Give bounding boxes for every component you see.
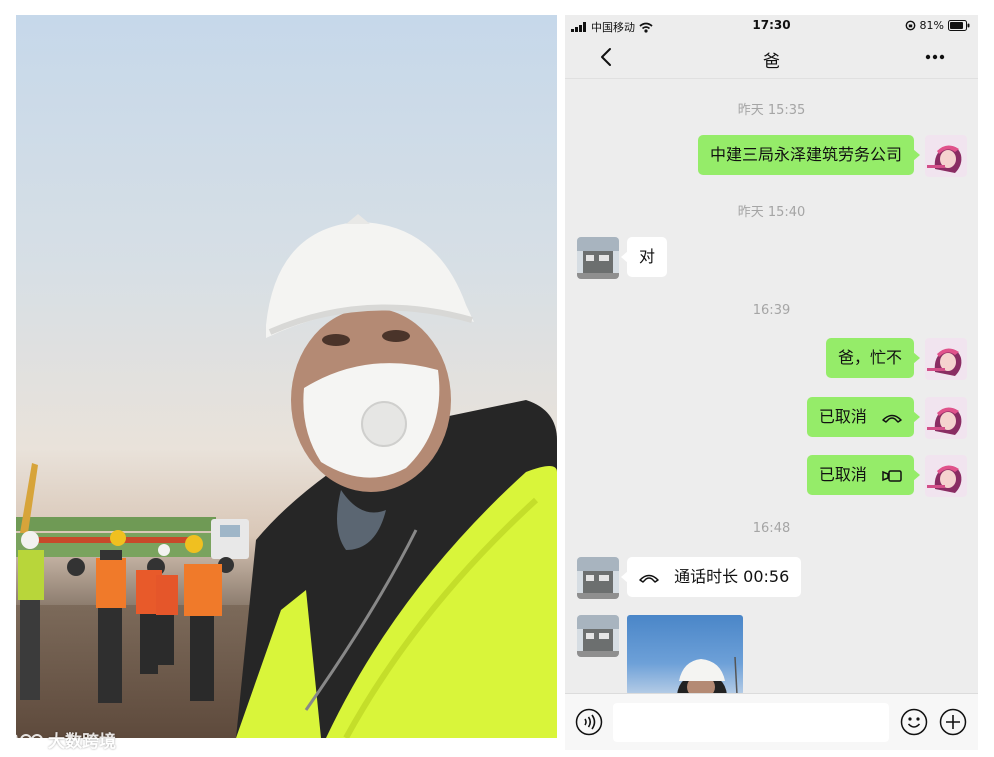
my-avatar[interactable] [925,397,967,439]
my-avatar[interactable] [925,338,967,380]
message-bubble-sent[interactable]: 爸，忙不 [825,338,921,378]
more-options-icon[interactable] [920,45,950,69]
video-call-icon [882,469,902,482]
message-input[interactable] [613,703,889,742]
contact-avatar[interactable] [577,557,619,599]
status-right-group: 81% [905,19,970,32]
emoji-icon[interactable] [900,708,928,736]
chat-header: 爸 [565,37,978,79]
thumbnail-image [677,656,738,695]
phone-hangup-icon [639,574,659,583]
my-avatar[interactable] [925,455,967,497]
battery-percent: 81% [919,19,944,32]
contact-avatar[interactable] [577,615,619,657]
contact-avatar[interactable] [577,237,619,279]
chat-input-bar [565,693,978,750]
phone-hangup-icon [882,414,902,423]
watermark: 大数跨境 [8,727,116,752]
my-avatar[interactable] [925,135,967,177]
status-bar: 中国移动 17:30 81% [565,15,978,37]
worker-selfie [236,214,557,738]
message-bubble-received[interactable]: 对 [620,237,668,277]
call-duration-bubble[interactable]: 通话时长 00:56 [620,557,802,597]
message-text: 中建三局永泽建筑劳务公司 [709,145,902,164]
timestamp: 昨天 15:35 [737,103,806,118]
timestamp: 16:39 [752,303,791,318]
call-canceled-bubble[interactable]: 已取消 [806,397,921,437]
message-bubble-sent[interactable]: 中建三局永泽建筑劳务公司 [697,135,921,175]
wechat-chat-screen: 中国移动 17:30 81% 爸 昨天 15:35 中建三局永泽建筑劳务公司 昨… [565,15,978,750]
watermark-text: 大数跨境 [48,732,116,752]
chat-title: 爸 [763,52,780,72]
image-message-thumbnail[interactable] [627,615,743,695]
call-status-text: 已取消 [818,465,867,484]
message-text: 爸，忙不 [837,348,902,367]
watermark-logo-icon [9,733,43,747]
video-call-canceled-bubble[interactable]: 已取消 [806,455,921,495]
screenshot-canvas: 中国移动 17:30 81% 爸 昨天 15:35 中建三局永泽建筑劳务公司 昨… [0,0,994,757]
selfie-photo [16,15,557,738]
timestamp: 16:48 [752,521,791,536]
excavator-arm [20,463,38,533]
battery-icon [948,20,970,31]
add-more-icon[interactable] [939,708,967,736]
voice-input-icon[interactable] [575,708,603,736]
timestamp: 昨天 15:40 [737,205,806,220]
call-status-text: 已取消 [818,407,867,426]
message-text: 对 [639,247,656,266]
call-duration-text: 通话时长 00:56 [674,567,790,586]
rotation-lock-icon [905,20,915,31]
message-list[interactable]: 昨天 15:35 中建三局永泽建筑劳务公司 昨天 15:40 对 16:39 爸… [565,79,978,695]
